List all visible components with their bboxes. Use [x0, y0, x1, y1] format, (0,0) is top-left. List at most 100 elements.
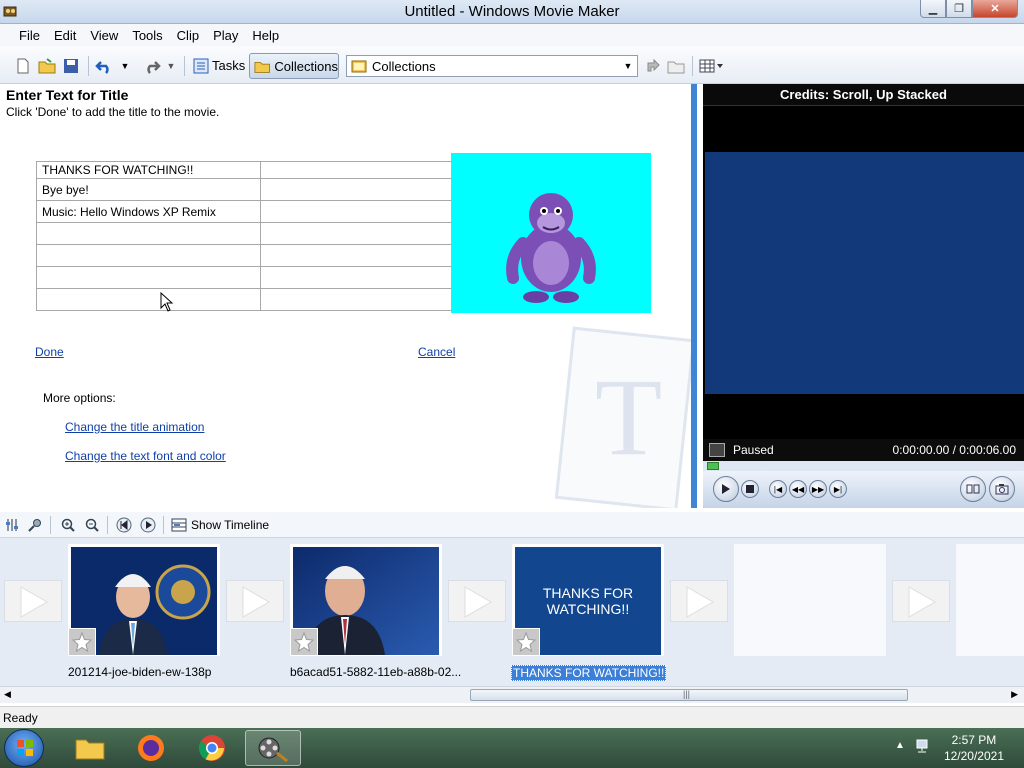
cancel-link[interactable]: Cancel: [418, 345, 455, 359]
close-button[interactable]: ✕: [972, 0, 1018, 18]
previous-frame-button[interactable]: |◀: [769, 480, 787, 498]
seek-bar-thumb[interactable]: [707, 462, 719, 470]
menu-clip[interactable]: Clip: [170, 28, 206, 43]
storyboard-clip[interactable]: [290, 544, 442, 656]
redo-icon[interactable]: [140, 55, 162, 77]
file-explorer-taskbar-button[interactable]: [62, 730, 118, 766]
change-text-font-color-link[interactable]: Change the text font and color: [65, 449, 226, 463]
undo-icon[interactable]: [94, 55, 116, 77]
tasks-button-label[interactable]: Tasks: [212, 58, 245, 73]
network-icon[interactable]: [915, 738, 931, 754]
collections-folder-icon: [351, 60, 367, 73]
storyboard-toolbar: Show Timeline: [0, 512, 1024, 538]
save-icon[interactable]: [60, 55, 82, 77]
title-text-cell[interactable]: [260, 161, 452, 179]
chrome-taskbar-button[interactable]: [184, 730, 240, 766]
status-bar: Ready: [0, 706, 1024, 728]
redo-dropdown-icon[interactable]: ▼: [164, 55, 178, 77]
collections-button-label: Collections: [274, 58, 338, 74]
undo-dropdown-icon[interactable]: ▼: [118, 55, 132, 77]
transition-arrow-icon: [464, 586, 493, 618]
stop-button[interactable]: [741, 480, 759, 498]
title-text-cell[interactable]: [260, 200, 452, 223]
up-one-level-icon[interactable]: [642, 55, 664, 77]
new-project-icon[interactable]: [12, 55, 34, 77]
menu-play[interactable]: Play: [206, 28, 245, 43]
title-text-cell[interactable]: Music: Hello Windows XP Remix: [36, 200, 261, 223]
scroll-right-icon[interactable]: ▶: [1011, 689, 1018, 700]
transition-slot[interactable]: [670, 580, 728, 622]
firefox-taskbar-button[interactable]: [123, 730, 179, 766]
show-timeline-button[interactable]: Show Timeline: [191, 518, 269, 532]
menu-edit[interactable]: Edit: [47, 28, 83, 43]
storyboard-clip[interactable]: [68, 544, 220, 656]
next-frame-button[interactable]: ▶|: [829, 480, 847, 498]
title-text-cell[interactable]: [36, 266, 261, 289]
scrollbar-thumb[interactable]: |||: [470, 689, 908, 701]
title-text-cell[interactable]: [260, 244, 452, 267]
movie-maker-taskbar-button[interactable]: [245, 730, 301, 766]
menu-view[interactable]: View: [83, 28, 125, 43]
chevron-down-icon[interactable]: ▼: [621, 58, 635, 74]
fast-forward-button[interactable]: ▶▶: [809, 480, 827, 498]
collections-button[interactable]: Collections: [249, 53, 339, 79]
transition-slot[interactable]: [4, 580, 62, 622]
title-text-cell[interactable]: [36, 222, 261, 245]
pane-subheading: Click 'Done' to add the title to the mov…: [6, 105, 220, 119]
menu-file[interactable]: File: [12, 28, 47, 43]
restore-button[interactable]: ❐: [946, 0, 972, 18]
change-title-animation-link[interactable]: Change the title animation: [65, 420, 204, 434]
empty-clip-slot[interactable]: [734, 544, 886, 656]
rewind-button[interactable]: ◀◀: [789, 480, 807, 498]
collections-dropdown[interactable]: Collections ▼: [346, 55, 638, 77]
rewind-storyboard-icon[interactable]: [116, 517, 132, 533]
title-preview-image: [451, 153, 651, 313]
skip-forward-icon: ▶|: [833, 484, 843, 494]
title-text-cell[interactable]: [36, 288, 261, 311]
clip-effect-star-icon[interactable]: [290, 628, 318, 656]
menu-help[interactable]: Help: [245, 28, 286, 43]
zoom-out-icon[interactable]: [84, 517, 100, 533]
title-text-cell[interactable]: [260, 222, 452, 245]
zoom-in-icon[interactable]: [60, 517, 76, 533]
clip-label[interactable]: b6acad51-5882-11eb-a88b-02...: [290, 665, 461, 679]
title-text-cell[interactable]: [36, 244, 261, 267]
empty-clip-slot[interactable]: [956, 544, 1024, 656]
split-clip-button[interactable]: [960, 476, 986, 502]
open-project-icon[interactable]: [36, 55, 58, 77]
clip-label-selected[interactable]: THANKS FOR WATCHING!!: [511, 665, 667, 681]
title-text-cell[interactable]: [260, 178, 452, 201]
minimize-button[interactable]: ▁: [920, 0, 946, 18]
transition-slot[interactable]: [226, 580, 284, 622]
storyboard-scrollbar[interactable]: ◀ ||| ▶: [0, 686, 1024, 703]
title-text-cell[interactable]: THANKS FOR WATCHING!!: [36, 161, 261, 179]
seek-bar[interactable]: [703, 461, 1024, 471]
storyboard-clip-selected[interactable]: THANKS FOR WATCHING!!: [512, 544, 664, 656]
play-icon: [722, 484, 730, 494]
views-icon[interactable]: [698, 55, 726, 77]
new-collection-folder-icon[interactable]: [665, 55, 687, 77]
play-button[interactable]: [713, 476, 739, 502]
playback-time: 0:00:00.00 / 0:00:06.00: [892, 443, 1016, 457]
show-timeline-icon[interactable]: [171, 517, 187, 533]
title-text-cell[interactable]: [260, 288, 452, 311]
play-storyboard-icon[interactable]: [140, 517, 156, 533]
show-hidden-icons-icon[interactable]: ▲: [895, 740, 905, 751]
tasks-icon[interactable]: [190, 55, 212, 77]
svg-text:T: T: [595, 356, 662, 478]
start-button[interactable]: [4, 729, 44, 767]
done-link[interactable]: Done: [35, 345, 64, 359]
system-clock[interactable]: 2:57 PM 12/20/2021: [944, 732, 1004, 764]
set-audio-levels-icon[interactable]: [4, 517, 20, 533]
clip-effect-star-icon[interactable]: [68, 628, 96, 656]
scroll-left-icon[interactable]: ◀: [4, 689, 11, 700]
clip-effect-star-icon[interactable]: [512, 628, 540, 656]
transition-slot[interactable]: [892, 580, 950, 622]
transition-slot[interactable]: [448, 580, 506, 622]
title-text-cell[interactable]: Bye bye!: [36, 178, 261, 201]
title-text-cell[interactable]: [260, 266, 452, 289]
narrate-timeline-icon[interactable]: [27, 517, 43, 533]
take-picture-button[interactable]: [989, 476, 1015, 502]
menu-tools[interactable]: Tools: [125, 28, 169, 43]
clip-label[interactable]: 201214-joe-biden-ew-138p: [68, 665, 211, 679]
